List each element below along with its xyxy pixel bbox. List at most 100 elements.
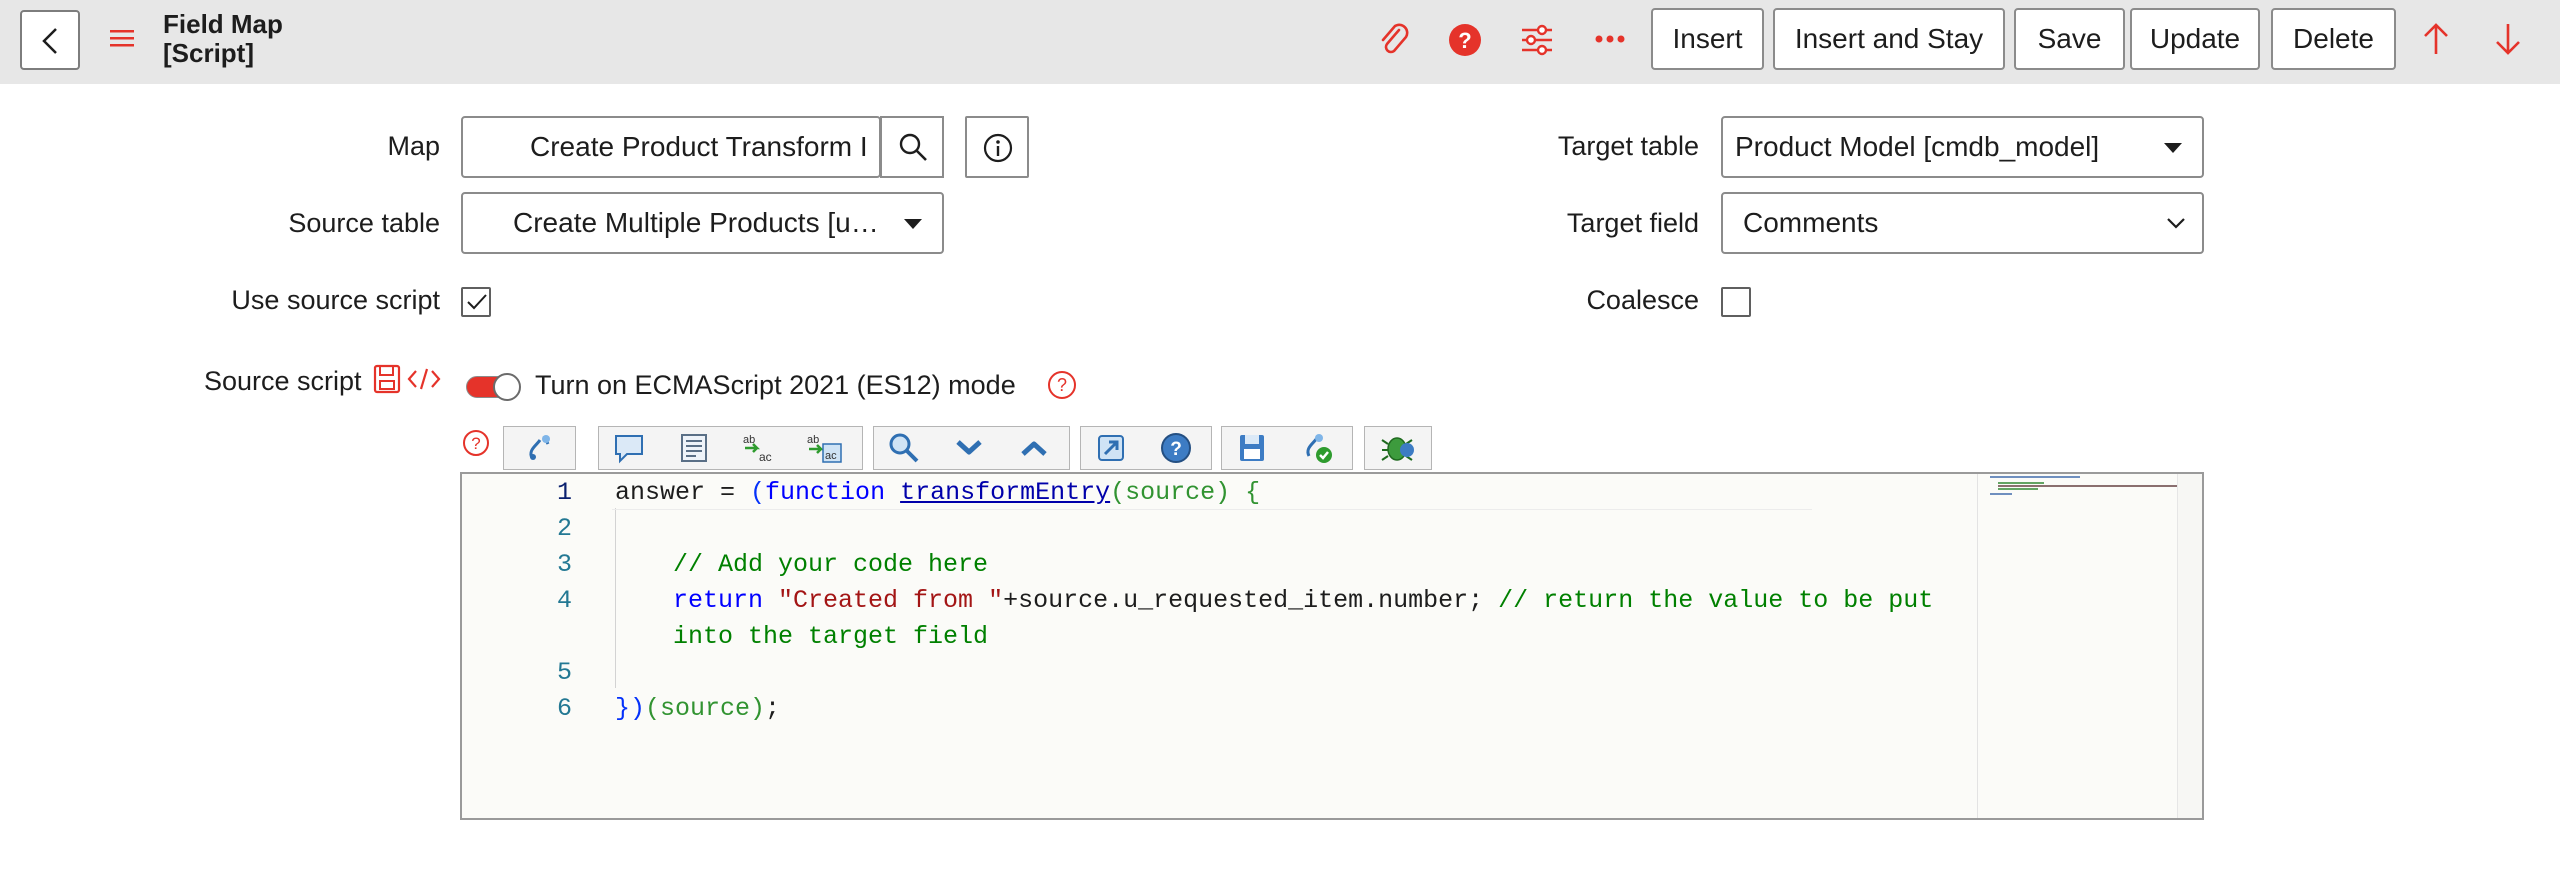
minimap-line bbox=[1990, 476, 2080, 478]
toolbar-group-4: ? bbox=[1080, 426, 1212, 470]
coalesce-label: Coalesce bbox=[1586, 285, 1699, 315]
source-table-value: Create Multiple Products [u… bbox=[513, 207, 879, 238]
code-line-1: answer = (function transformEntry(source… bbox=[615, 478, 1260, 507]
code-token: }) bbox=[615, 694, 646, 723]
title-line2: [Script] bbox=[163, 38, 254, 68]
toolbar-group-2: ab ac ab ac bbox=[598, 426, 863, 470]
find-previous-icon[interactable] bbox=[1014, 430, 1054, 466]
code-token: (source) bbox=[645, 694, 766, 723]
comment-icon[interactable] bbox=[609, 430, 649, 466]
line-number: 2 bbox=[556, 514, 572, 543]
coalesce-checkbox[interactable] bbox=[1721, 287, 1751, 317]
code-token: return bbox=[673, 586, 779, 615]
save-disk-icon[interactable] bbox=[1232, 430, 1272, 466]
es12-mode-label: Turn on ECMAScript 2021 (ES12) mode bbox=[535, 370, 1016, 400]
code-token: ; bbox=[765, 694, 781, 723]
checkmark-icon bbox=[467, 294, 487, 310]
code-token: { bbox=[1230, 478, 1261, 507]
back-button[interactable] bbox=[20, 10, 80, 70]
delete-button[interactable]: Delete bbox=[2271, 8, 2396, 70]
line-number: 1 bbox=[556, 478, 572, 507]
code-token: function bbox=[765, 478, 901, 507]
use-source-script-label: Use source script bbox=[231, 285, 440, 315]
title-line1: Field Map bbox=[163, 9, 283, 39]
replace-icon[interactable]: abac bbox=[739, 430, 779, 466]
minimap-line bbox=[1990, 493, 2012, 495]
uncomment-icon[interactable] bbox=[674, 430, 714, 466]
debug-bug-icon[interactable] bbox=[1379, 430, 1419, 466]
map-lookup-button[interactable] bbox=[880, 116, 944, 178]
toolbar-group-3 bbox=[873, 426, 1070, 470]
hamburger-menu-icon[interactable] bbox=[110, 28, 134, 48]
insert-and-stay-button[interactable]: Insert and Stay bbox=[1773, 8, 2005, 70]
open-external-icon[interactable] bbox=[1091, 430, 1131, 466]
format-code-icon[interactable] bbox=[520, 430, 560, 466]
target-field-label: Target field bbox=[1566, 208, 1699, 238]
toolbar-group-1 bbox=[503, 426, 576, 470]
editor-help-circle-icon[interactable]: ? bbox=[1156, 430, 1196, 466]
editor-help-icon[interactable]: ? bbox=[461, 428, 491, 458]
paperclip-icon[interactable] bbox=[1377, 20, 1411, 60]
line-number: 4 bbox=[556, 586, 572, 615]
minimap-line bbox=[1998, 488, 2038, 490]
code-token: +source.u_requested_item.number; bbox=[1003, 586, 1499, 615]
update-button[interactable]: Update bbox=[2130, 8, 2260, 70]
svg-text:ac: ac bbox=[825, 450, 837, 462]
replace-all-icon[interactable]: abac bbox=[804, 430, 844, 466]
search-icon bbox=[899, 133, 927, 161]
code-token: (source) bbox=[1110, 478, 1231, 507]
code-token: // return the value to be put bbox=[1498, 586, 1934, 615]
line-number: 6 bbox=[556, 694, 572, 723]
editor-minimap[interactable] bbox=[1977, 474, 2183, 818]
format-check-icon[interactable] bbox=[1297, 430, 1337, 466]
insert-button[interactable]: Insert bbox=[1651, 8, 1764, 70]
source-script-label: Source script bbox=[204, 366, 362, 396]
source-table-label: Source table bbox=[288, 208, 440, 238]
svg-text:ab: ab bbox=[807, 434, 819, 446]
settings-sliders-icon[interactable] bbox=[1520, 24, 1554, 56]
code-token: "Created from " bbox=[778, 586, 1004, 615]
line-number: 5 bbox=[556, 658, 572, 687]
more-icon[interactable] bbox=[1595, 34, 1625, 44]
code-token: answer = bbox=[615, 478, 751, 507]
svg-text:?: ? bbox=[1057, 375, 1067, 395]
code-line-6: })(source); bbox=[615, 694, 780, 723]
toolbar-group-5 bbox=[1221, 426, 1353, 470]
arrow-down-icon[interactable] bbox=[2494, 22, 2522, 56]
target-field-select[interactable]: Comments bbox=[1721, 192, 2204, 254]
search-code-icon[interactable] bbox=[884, 430, 924, 466]
arrow-up-icon[interactable] bbox=[2422, 22, 2450, 56]
save-button[interactable]: Save bbox=[2014, 8, 2125, 70]
line-number: 3 bbox=[556, 550, 572, 579]
editor-scrollbar[interactable] bbox=[2177, 474, 2202, 818]
help-icon[interactable]: ? bbox=[1447, 22, 1483, 58]
target-field-value: Comments bbox=[1743, 207, 1879, 238]
chevron-left-icon bbox=[42, 28, 57, 54]
svg-text:?: ? bbox=[1458, 28, 1471, 53]
chevron-down-icon bbox=[2167, 218, 2185, 229]
find-next-icon[interactable] bbox=[949, 430, 989, 466]
svg-text:ac: ac bbox=[759, 450, 772, 464]
code-token: ( bbox=[750, 478, 766, 507]
code-icon[interactable] bbox=[407, 367, 441, 391]
caret-down-icon bbox=[904, 219, 922, 229]
script-editor[interactable]: 1 2 3 4 5 6 answer = (function transform… bbox=[460, 472, 2204, 820]
use-source-script-checkbox[interactable] bbox=[461, 287, 491, 317]
code-line-4: return "Created from "+source.u_requeste… bbox=[673, 586, 1933, 615]
map-value: Create Product Transform I bbox=[530, 131, 868, 162]
source-table-select[interactable]: Create Multiple Products [u… bbox=[461, 192, 944, 254]
map-info-button[interactable] bbox=[965, 116, 1029, 178]
save-script-icon[interactable] bbox=[373, 364, 401, 394]
es12-mode-toggle[interactable] bbox=[466, 373, 522, 401]
caret-down-icon bbox=[2164, 143, 2182, 153]
indent-guide bbox=[615, 508, 616, 688]
page-title: Field Map [Script] bbox=[163, 10, 283, 68]
form-header: Field Map [Script] ? Insert Insert and S… bbox=[0, 0, 2560, 84]
target-table-select[interactable]: Product Model [cmdb_model] bbox=[1721, 116, 2204, 178]
map-field[interactable]: Create Product Transform I bbox=[461, 116, 881, 178]
svg-text:?: ? bbox=[1170, 439, 1182, 460]
minimap-line bbox=[1998, 485, 2178, 487]
map-label: Map bbox=[387, 131, 440, 161]
help-outline-icon[interactable]: ? bbox=[1046, 369, 1078, 401]
current-line-highlight bbox=[612, 509, 1812, 510]
